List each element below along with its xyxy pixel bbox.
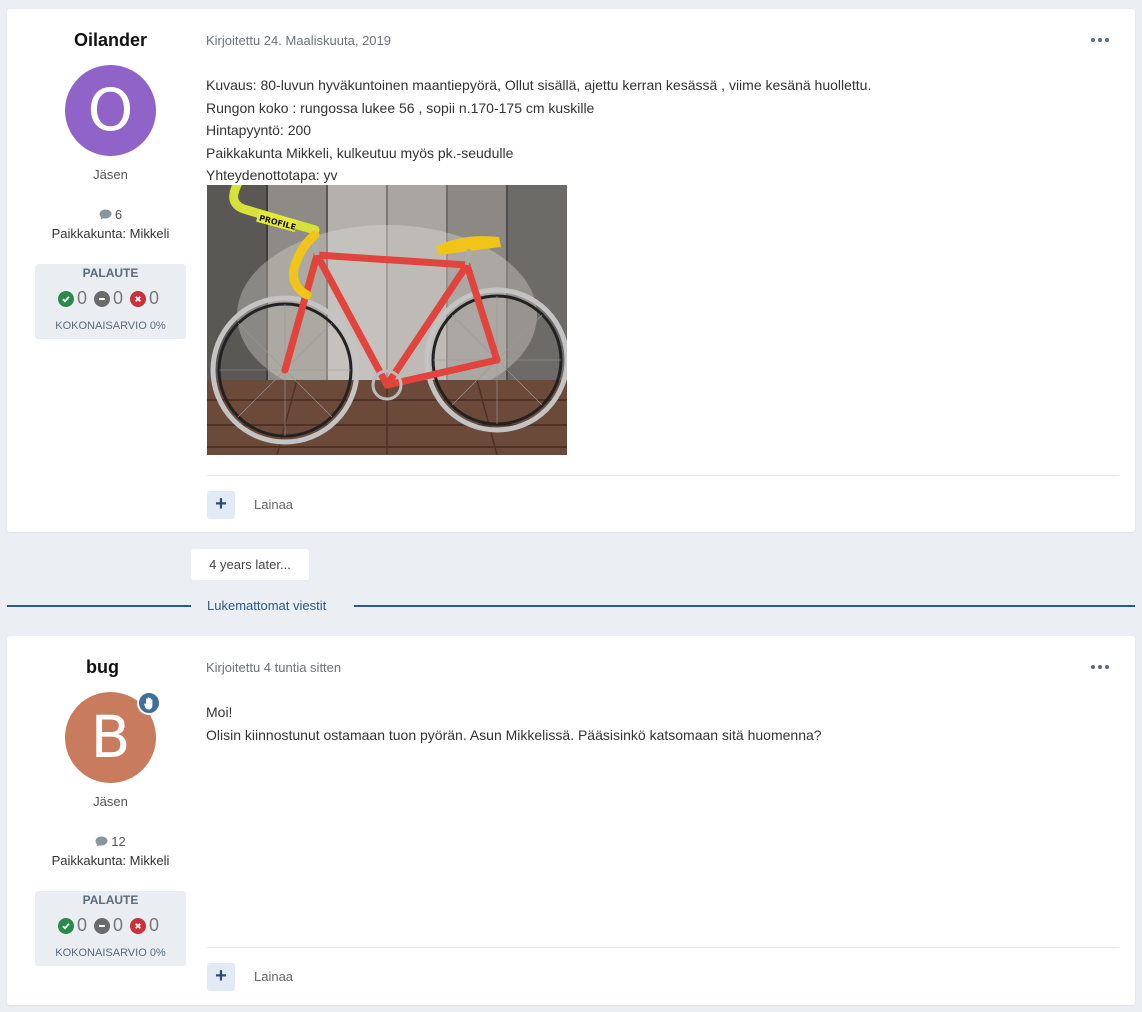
unread-marker: Lukemattomat viestit xyxy=(207,598,327,613)
post-line: Moi! xyxy=(206,704,233,720)
feedback-title: PALAUTE xyxy=(82,266,139,280)
unread-divider-right xyxy=(354,605,1135,607)
post-count: 6 xyxy=(35,207,186,222)
feedback-neutral: 0 xyxy=(112,288,123,308)
post-divider xyxy=(207,947,1119,948)
post-count-value: 6 xyxy=(114,207,123,222)
feedback-summary: KOKONAISARVIO 0% xyxy=(55,947,166,959)
check-circle-icon xyxy=(57,290,74,307)
time-gap-label: 4 years later... xyxy=(191,549,309,580)
feedback-counts: 0 0 0 xyxy=(35,915,186,936)
post-content: Moi! Olisin kiinnostunut ostamaan tuon p… xyxy=(206,701,822,746)
ellipsis-icon[interactable] xyxy=(1091,38,1109,44)
feedback-negative: 0 xyxy=(149,288,160,308)
author-location: Paikkakunta: Mikkeli xyxy=(51,853,170,868)
post-count-value: 12 xyxy=(111,834,126,849)
comment-icon xyxy=(95,836,108,847)
forum-post: bug B Jäsen 12 Paikkakunta: Mikkeli PALA… xyxy=(7,636,1135,1005)
quote-link[interactable]: Lainaa xyxy=(254,497,293,512)
feedback-summary: KOKONAISARVIO 0% xyxy=(55,320,166,332)
feedback-negative: 0 xyxy=(149,915,160,935)
ellipsis-icon[interactable] xyxy=(1091,665,1109,671)
member-role: Jäsen xyxy=(93,167,128,182)
multiquote-button[interactable]: + xyxy=(207,491,235,519)
author-name[interactable]: Oilander xyxy=(35,30,186,51)
hand-icon xyxy=(137,691,161,715)
post-line: Rungon koko : rungossa lukee 56 , sopii … xyxy=(206,99,595,116)
post-timestamp[interactable]: Kirjoitettu 24. Maaliskuuta, 2019 xyxy=(206,33,391,48)
post-line: Paikkakunta Mikkeli, kulkeutuu myös pk.-… xyxy=(206,144,514,161)
feedback-title: PALAUTE xyxy=(82,893,139,907)
post-divider xyxy=(207,475,1119,476)
post-content: Kuvaus: 80-luvun hyväkuntoinen maantiepy… xyxy=(206,74,871,187)
multiquote-button[interactable]: + xyxy=(207,963,235,991)
feedback-box: PALAUTE 0 0 0 KOKONAISARVIO 0% xyxy=(35,264,186,339)
post-line: Yhteydenottotapa: yv xyxy=(206,167,338,183)
minus-circle-icon xyxy=(93,917,110,934)
quote-link[interactable]: Lainaa xyxy=(254,969,293,984)
post-count: 12 xyxy=(35,834,186,849)
feedback-box: PALAUTE 0 0 0 KOKONAISARVIO 0% xyxy=(35,891,186,966)
post-line: Olisin kiinnostunut ostamaan tuon pyörän… xyxy=(206,726,822,743)
post-timestamp[interactable]: Kirjoitettu 4 tuntia sitten xyxy=(206,660,341,675)
member-role: Jäsen xyxy=(93,794,128,809)
post-line: Hintapyyntö: 200 xyxy=(206,122,312,138)
x-circle-icon xyxy=(130,917,146,934)
x-circle-icon xyxy=(130,290,146,307)
forum-post: Oilander O Jäsen 6 Paikkakunta: Mikkeli … xyxy=(7,9,1135,532)
check-circle-icon xyxy=(57,917,74,934)
feedback-neutral: 0 xyxy=(112,915,123,935)
author-name[interactable]: bug xyxy=(27,657,178,678)
feedback-positive: 0 xyxy=(76,288,87,308)
comment-icon xyxy=(99,209,112,220)
avatar[interactable]: O xyxy=(65,65,156,156)
minus-circle-icon xyxy=(93,290,110,307)
feedback-positive: 0 xyxy=(76,915,87,935)
bike-photo[interactable]: PROFILE xyxy=(207,185,567,455)
feedback-counts: 0 0 0 xyxy=(35,288,186,309)
post-line: Kuvaus: 80-luvun hyväkuntoinen maantiepy… xyxy=(206,77,872,93)
unread-divider-left xyxy=(7,605,191,607)
author-location: Paikkakunta: Mikkeli xyxy=(51,226,170,241)
